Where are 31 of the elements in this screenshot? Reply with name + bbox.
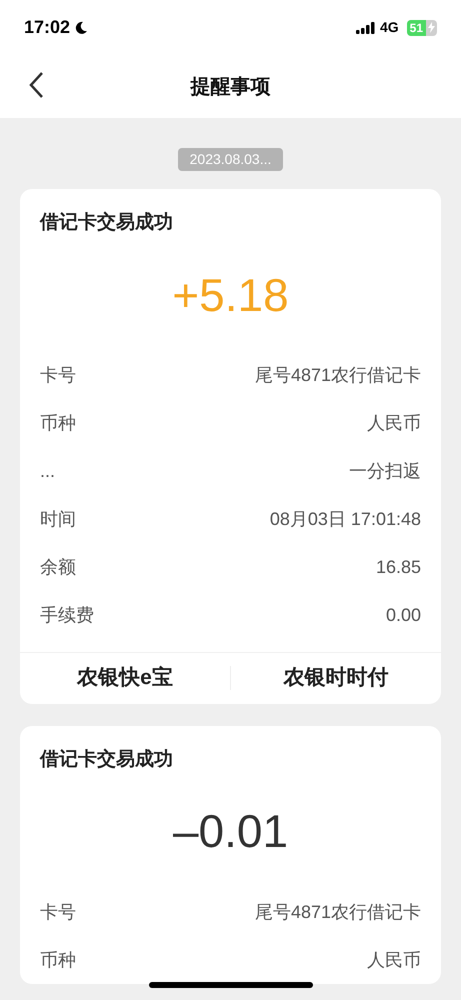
row-label: 手续费 bbox=[40, 604, 94, 627]
row-value: 人民币 bbox=[367, 948, 421, 972]
network-label: 4G bbox=[380, 18, 399, 37]
amount: +5.18 bbox=[171, 272, 290, 318]
charging-bolt-icon bbox=[428, 22, 435, 33]
row-value: 16.85 bbox=[376, 556, 421, 579]
action-button[interactable]: 农银时时付 bbox=[231, 662, 441, 694]
row-value: 尾号4871农行借记卡 bbox=[254, 900, 421, 924]
status-time: 17:02 bbox=[24, 16, 70, 39]
row-value: 08月03日 17:01:48 bbox=[270, 508, 421, 531]
action-button[interactable]: 农银快e宝 bbox=[20, 662, 230, 694]
signal-icon bbox=[356, 22, 376, 34]
row-label: 币种 bbox=[40, 948, 76, 972]
row-label: 卡号 bbox=[40, 900, 76, 924]
row-value: 尾号4871农行借记卡 bbox=[254, 364, 421, 387]
row-value: 人民币 bbox=[367, 412, 421, 435]
battery-indicator: 51 bbox=[406, 20, 437, 36]
row-label: ... bbox=[40, 460, 56, 483]
date-chip: 2023.08.03... bbox=[178, 148, 284, 171]
page-title: 提醒事项 bbox=[190, 74, 270, 100]
amount: –0.01 bbox=[172, 808, 290, 854]
moon-icon bbox=[74, 20, 88, 34]
back-chevron-icon bbox=[28, 71, 44, 99]
row-label: 余额 bbox=[40, 556, 76, 579]
row-value: 一分扫返 bbox=[349, 460, 421, 483]
card-title: 借记卡交易成功 bbox=[38, 748, 174, 772]
row-value: 0.00 bbox=[386, 604, 421, 627]
row-label: 币种 bbox=[40, 412, 76, 435]
row-label: 时间 bbox=[40, 508, 76, 531]
card-title: 借记卡交易成功 bbox=[38, 210, 174, 235]
row-label: 卡号 bbox=[40, 364, 76, 387]
